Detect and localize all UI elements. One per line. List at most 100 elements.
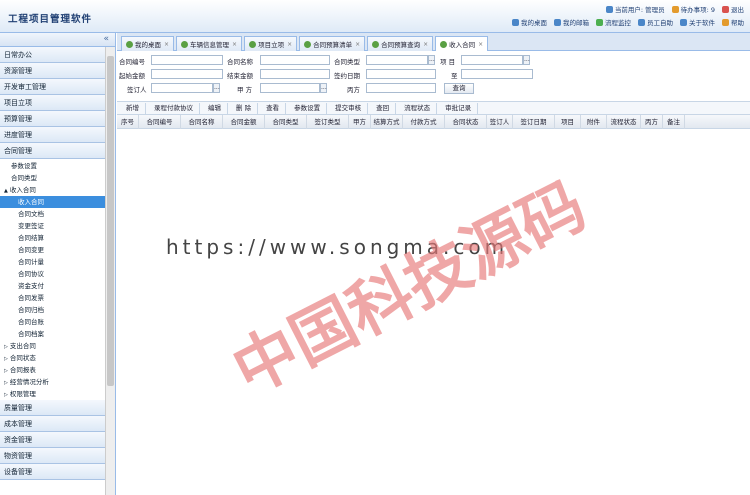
close-icon[interactable]: × <box>164 41 169 48</box>
column-header[interactable]: 附件 <box>581 115 607 129</box>
signer-input[interactable] <box>151 83 213 93</box>
tree-item[interactable]: 合同协议 <box>0 268 105 280</box>
sign-date-to-input[interactable] <box>461 69 533 79</box>
min-amount-input[interactable] <box>151 69 223 79</box>
nav-flow[interactable]: 流程监控 <box>596 17 631 27</box>
tree-item[interactable]: 合同台账 <box>0 316 105 328</box>
tree-item[interactable]: ▷ 支出合同 <box>0 340 105 352</box>
close-icon[interactable]: × <box>232 41 237 48</box>
toolbar-button[interactable]: 参数设置 <box>288 103 328 114</box>
tree-item[interactable]: ▲ 收入合同 <box>0 184 105 196</box>
toolbar-button[interactable]: 编辑 <box>202 103 228 114</box>
tab[interactable]: 车辆信息管理 × <box>176 36 243 51</box>
sidebar-section[interactable]: 进度管理 <box>0 127 105 143</box>
column-header[interactable]: 合同类型 <box>265 115 307 129</box>
header-todo[interactable]: 待办事项: 9 <box>671 4 715 14</box>
close-icon[interactable]: × <box>355 41 360 48</box>
tree-item[interactable]: 合同文档 <box>0 208 105 220</box>
sign-date-from-input[interactable] <box>366 69 436 79</box>
nav-mail[interactable]: 我的邮箱 <box>554 17 589 27</box>
toolbar-button[interactable]: 查看 <box>260 103 287 114</box>
column-header[interactable]: 序号 <box>117 115 139 129</box>
contract-no-input[interactable] <box>151 55 223 65</box>
column-header[interactable]: 合同状态 <box>445 115 487 129</box>
party-a-input[interactable] <box>260 83 320 93</box>
column-header[interactable]: 签订人 <box>487 115 513 129</box>
tree-item[interactable]: 资金支付 <box>0 280 105 292</box>
tree-expander-icon[interactable]: ▷ <box>4 380 8 386</box>
sidebar-section[interactable]: 设备管理 <box>0 464 105 480</box>
nav-self-service[interactable]: 员工自助 <box>638 17 673 27</box>
nav-about[interactable]: 关于软件 <box>680 17 715 27</box>
column-header[interactable]: 甲方 <box>349 115 371 129</box>
tree-item[interactable]: ▷ 合同报表 <box>0 364 105 376</box>
column-header[interactable]: 付款方式 <box>403 115 445 129</box>
tree-item[interactable]: 收入合同 <box>0 196 105 208</box>
tab[interactable]: 我的桌面 × <box>121 36 175 51</box>
sidebar-section[interactable]: 项目立项 <box>0 95 105 111</box>
sidebar-section[interactable]: 预算管理 <box>0 111 105 127</box>
tree-item[interactable]: 合同类型 <box>0 172 105 184</box>
toolbar-button[interactable]: 审批记录 <box>439 103 479 114</box>
toolbar-button[interactable]: 新增 <box>120 103 146 114</box>
tab[interactable]: 收入合同 × <box>435 36 489 51</box>
column-header[interactable]: 合同编号 <box>139 115 181 129</box>
max-amount-input[interactable] <box>260 69 330 79</box>
project-input[interactable] <box>461 55 523 65</box>
tree-item[interactable]: 合同发票 <box>0 292 105 304</box>
sidebar-section[interactable]: 物资管理 <box>0 448 105 464</box>
contract-type-input[interactable] <box>366 55 428 65</box>
close-icon[interactable]: × <box>478 41 483 48</box>
contract-name-input[interactable] <box>260 55 330 65</box>
sidebar-section[interactable]: 日常办公 <box>0 47 105 63</box>
tree-item[interactable]: ▷ 权限管理 <box>0 388 105 400</box>
query-button[interactable]: 查询 <box>444 83 474 94</box>
tree-expander-icon[interactable]: ▷ <box>4 368 8 374</box>
contract-type-picker[interactable]: ... <box>428 55 435 65</box>
collapse-icon[interactable]: « <box>103 34 109 44</box>
sidebar-section[interactable]: 资源管理 <box>0 63 105 79</box>
tree-item[interactable]: 合同变更 <box>0 244 105 256</box>
logout-link[interactable]: 退出 <box>722 4 744 14</box>
tree-expander-icon[interactable]: ▲ <box>4 188 8 194</box>
toolbar-button[interactable]: 流程状态 <box>398 103 438 114</box>
toolbar-button[interactable]: 提交审核 <box>329 103 369 114</box>
sidebar-section[interactable]: 合同管理 <box>0 143 105 159</box>
column-header[interactable]: 签订类型 <box>307 115 349 129</box>
tree-item[interactable]: 变更签证 <box>0 220 105 232</box>
column-header[interactable]: 项目 <box>555 115 581 129</box>
toolbar-button[interactable]: 删 除 <box>230 103 259 114</box>
toolbar-button[interactable]: 查回 <box>370 103 397 114</box>
close-icon[interactable]: × <box>423 41 428 48</box>
signer-picker[interactable]: ... <box>213 83 220 93</box>
column-header[interactable]: 合同名称 <box>181 115 223 129</box>
tree-item[interactable]: 合同档案 <box>0 328 105 340</box>
sidebar-section[interactable]: 质量管理 <box>0 400 105 416</box>
tree-item[interactable]: ▷ 合同状态 <box>0 352 105 364</box>
column-header[interactable]: 合同金额 <box>223 115 265 129</box>
tree-expander-icon[interactable]: ▷ <box>4 344 8 350</box>
tab[interactable]: 项目立项 × <box>244 36 298 51</box>
tree-item[interactable]: ▷ 经营情况分析 <box>0 376 105 388</box>
tree-expander-icon[interactable]: ▷ <box>4 392 8 398</box>
tree-expander-icon[interactable]: ▷ <box>4 356 8 362</box>
scrollbar-thumb[interactable] <box>107 56 114 386</box>
sidebar-scrollbar[interactable] <box>105 47 115 495</box>
column-header[interactable]: 结算方式 <box>371 115 403 129</box>
sidebar-section[interactable]: 成本管理 <box>0 416 105 432</box>
sidebar-section[interactable]: 开发审工管理 <box>0 79 105 95</box>
column-header[interactable]: 签订日期 <box>513 115 555 129</box>
project-picker[interactable]: ... <box>523 55 530 65</box>
column-header[interactable]: 丙方 <box>641 115 663 129</box>
tab[interactable]: 合同预算清单 × <box>299 36 366 51</box>
tree-item[interactable]: 合同归档 <box>0 304 105 316</box>
nav-desktop[interactable]: 我的桌面 <box>512 17 547 27</box>
party-c-input[interactable] <box>366 83 436 93</box>
column-header[interactable]: 备注 <box>663 115 685 129</box>
tree-item[interactable]: 参数设置 <box>0 160 105 172</box>
party-a-picker[interactable]: ... <box>320 83 327 93</box>
sidebar-section[interactable]: 资金管理 <box>0 432 105 448</box>
tree-item[interactable]: 合同计量 <box>0 256 105 268</box>
nav-help[interactable]: 帮助 <box>722 17 744 27</box>
column-header[interactable]: 流程状态 <box>607 115 641 129</box>
